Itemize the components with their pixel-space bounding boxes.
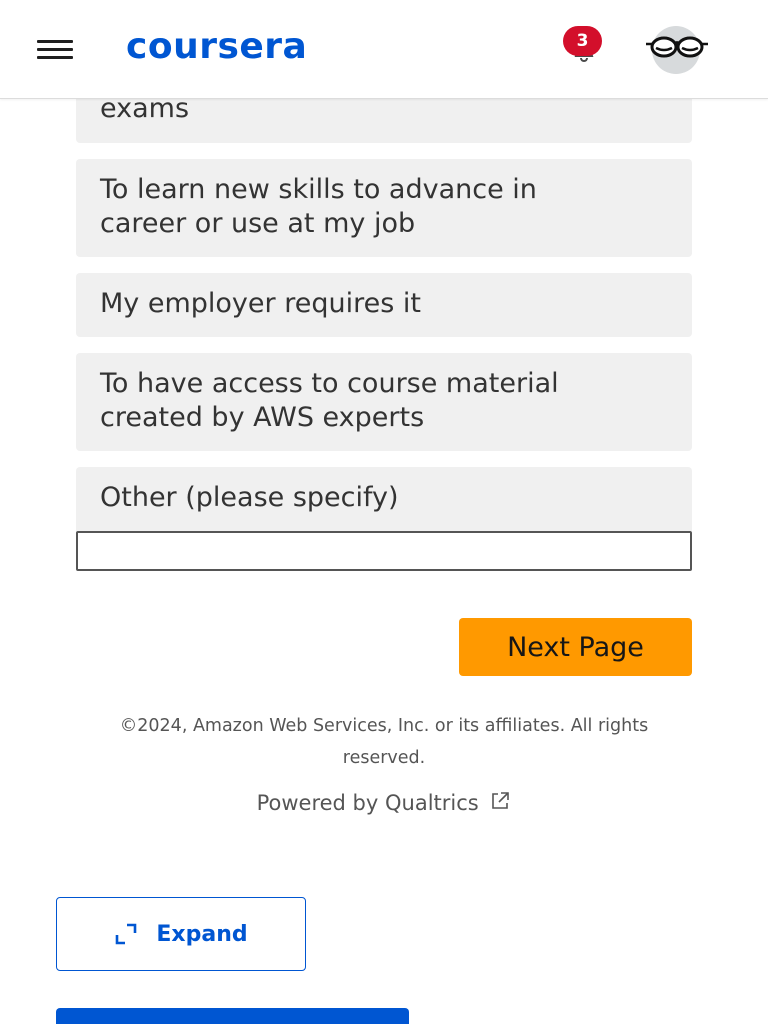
survey-option-label-line1: To have access to course material <box>100 368 559 399</box>
survey-option-label: My employer requires it <box>100 288 421 319</box>
survey-option-aws-experts-material[interactable]: To have access to course material create… <box>76 353 692 451</box>
user-avatar[interactable] <box>646 26 708 74</box>
expand-corners-icon <box>114 922 138 946</box>
survey-option-label: Other (please specify) <box>100 482 399 513</box>
hamburger-menu-icon[interactable] <box>30 30 80 70</box>
top-header: coursera 3 <box>0 0 768 99</box>
powered-by-label: Powered by Qualtrics <box>256 791 479 815</box>
expand-label: Expand <box>156 921 248 947</box>
survey-option-employer-requires[interactable]: My employer requires it <box>76 273 692 337</box>
coursera-logo[interactable]: coursera <box>126 22 307 72</box>
notifications-button[interactable]: 3 <box>560 24 608 72</box>
powered-by-qualtrics-link[interactable]: Powered by Qualtrics <box>184 788 584 820</box>
survey-option-other[interactable]: Other (please specify) <box>76 467 692 531</box>
survey-option-learn-new-skills[interactable]: To learn new skills to advance in career… <box>76 159 692 257</box>
next-page-button[interactable]: Next Page <box>459 618 692 676</box>
survey-option-label-line1: To learn new skills to advance in <box>100 174 537 205</box>
notification-count-badge: 3 <box>563 26 602 56</box>
copyright-text: ©2024, Amazon Web Services, Inc. or its … <box>119 716 649 768</box>
page: exams To learn new skills to advance in … <box>0 0 768 1024</box>
survey-option-label-line2: career or use at my job <box>100 208 416 239</box>
survey-option-label-line2: created by AWS experts <box>100 402 425 433</box>
expand-button[interactable]: Expand <box>56 897 306 971</box>
primary-action-button[interactable] <box>56 1008 409 1024</box>
external-link-icon <box>489 790 511 820</box>
other-specify-input[interactable] <box>76 531 692 571</box>
